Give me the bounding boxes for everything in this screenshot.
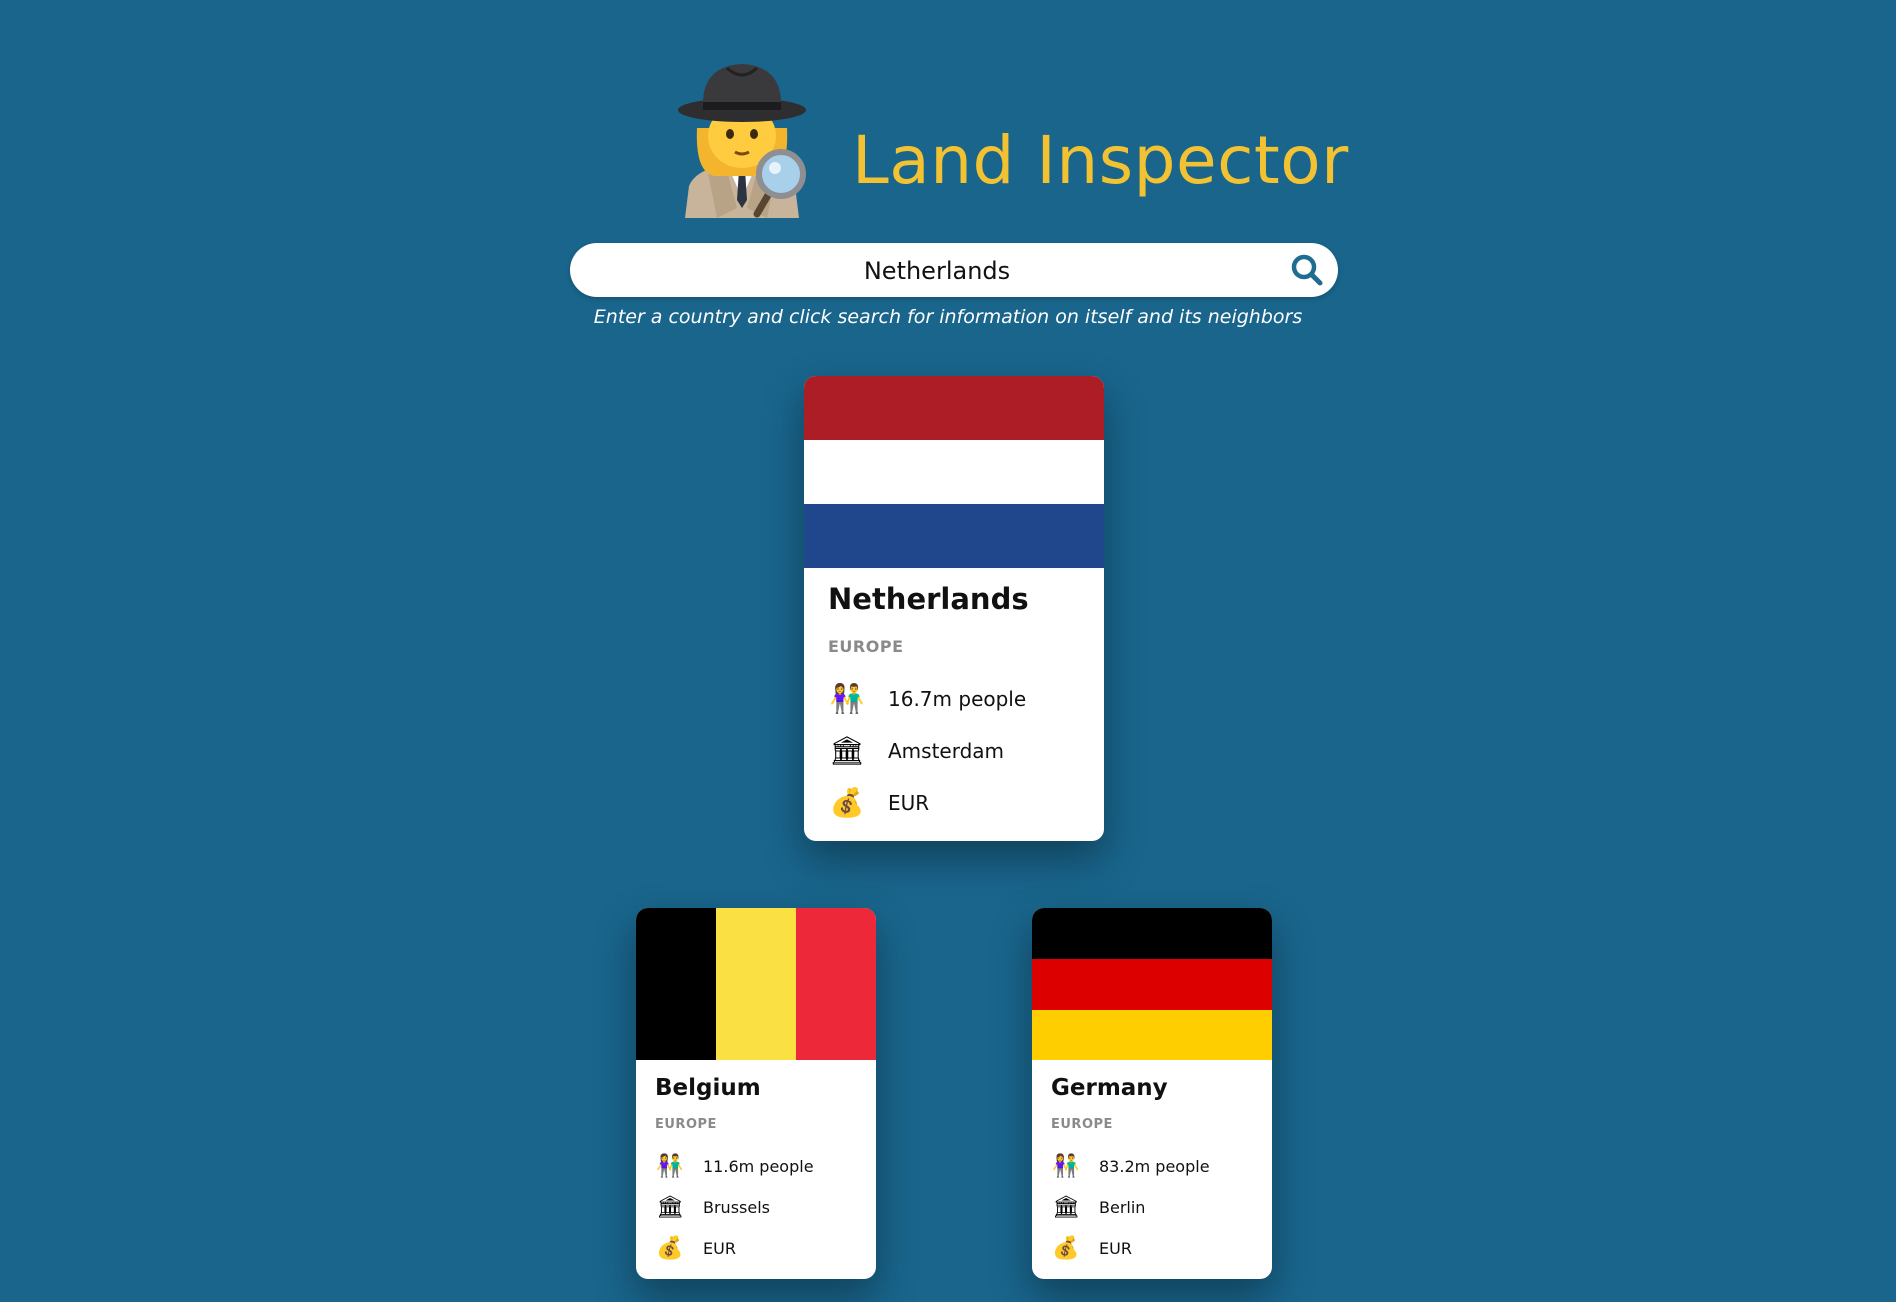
neighbor-card-germany: Germany EUROPE 👫 83.2m people 🏛 Berlin 💰…: [1032, 908, 1272, 1279]
country-name: Germany: [1051, 1075, 1168, 1101]
population-row: 👫 11.6m people: [655, 1154, 814, 1179]
search-bar: [570, 243, 1338, 299]
country-search-input[interactable]: [610, 243, 1264, 299]
classical-building-icon: 🏛: [829, 734, 865, 767]
bottom-divider: [0, 1302, 1896, 1306]
population-value: 11.6m people: [703, 1157, 814, 1176]
currency-value: EUR: [888, 790, 930, 815]
country-card-main: Netherlands EUROPE 👫 16.7m people 🏛 Amst…: [804, 376, 1104, 841]
money-bag-icon: 💰: [656, 1236, 684, 1261]
capital-row: 🏛 Brussels: [655, 1195, 770, 1220]
money-bag-icon: 💰: [1052, 1236, 1080, 1261]
people-holding-hands-icon: 👫: [1052, 1154, 1080, 1179]
country-name: Netherlands: [828, 582, 1029, 616]
germany-flag: [1032, 908, 1272, 1060]
population-value: 83.2m people: [1099, 1157, 1210, 1176]
currency-row: 💰 EUR: [1051, 1236, 1132, 1261]
population-row: 👫 16.7m people: [828, 682, 1027, 715]
capital-value: Brussels: [703, 1198, 770, 1217]
search-icon[interactable]: [1290, 253, 1324, 287]
app-page: Land Inspector Enter a country and click…: [0, 0, 1896, 1306]
currency-value: EUR: [1099, 1239, 1132, 1258]
belgium-flag: [636, 908, 876, 1060]
neighbor-card-belgium: Belgium EUROPE 👫 11.6m people 🏛 Brussels…: [636, 908, 876, 1279]
country-region: EUROPE: [828, 637, 904, 656]
money-bag-icon: 💰: [829, 786, 865, 819]
country-region: EUROPE: [1051, 1117, 1113, 1132]
currency-value: EUR: [703, 1239, 736, 1258]
classical-building-icon: 🏛: [656, 1195, 684, 1220]
people-holding-hands-icon: 👫: [829, 682, 865, 715]
capital-row: 🏛 Berlin: [1051, 1195, 1145, 1220]
netherlands-flag: [804, 376, 1104, 568]
population-value: 16.7m people: [888, 686, 1027, 711]
app-title: Land Inspector: [852, 122, 1349, 199]
capital-row: 🏛 Amsterdam: [828, 734, 1004, 767]
classical-building-icon: 🏛: [1052, 1195, 1080, 1220]
capital-value: Berlin: [1099, 1198, 1146, 1217]
country-region: EUROPE: [655, 1117, 717, 1132]
people-holding-hands-icon: 👫: [656, 1154, 684, 1179]
capital-value: Amsterdam: [888, 738, 1005, 763]
search-hint: Enter a country and click search for inf…: [593, 306, 1303, 328]
currency-row: 💰 EUR: [828, 786, 930, 819]
currency-row: 💰 EUR: [655, 1236, 736, 1261]
detective-logo-icon: [678, 64, 806, 218]
population-row: 👫 83.2m people: [1051, 1154, 1210, 1179]
country-name: Belgium: [655, 1075, 761, 1101]
